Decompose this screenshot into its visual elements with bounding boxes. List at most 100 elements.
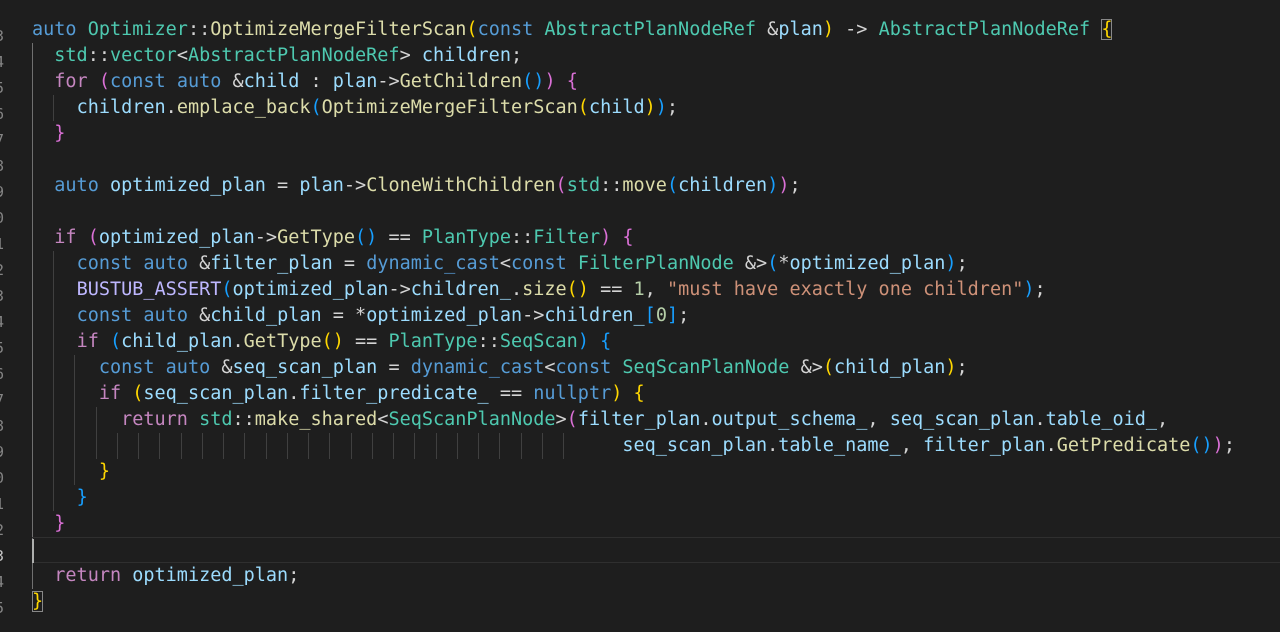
code-token: ] — [666, 305, 679, 326]
code-token: ( — [221, 279, 233, 300]
code-token: auto — [165, 357, 211, 378]
code-token: } — [32, 591, 44, 612]
code-token: ) — [945, 357, 957, 378]
code-line[interactable]: auto optimized_plan = plan->CloneWithChi… — [32, 173, 1280, 199]
code-line[interactable]: const auto &seq_scan_plan = dynamic_cast… — [32, 355, 1280, 381]
code-line[interactable]: } — [32, 589, 1280, 615]
code-line[interactable]: const auto &filter_plan = dynamic_cast<c… — [32, 251, 1280, 277]
code-token: } — [76, 487, 88, 508]
code-token: = — [332, 253, 367, 274]
code-line[interactable]: if (child_plan.GetType() == PlanType::Se… — [32, 329, 1280, 355]
code-token: { — [566, 71, 578, 92]
code-token: if — [76, 331, 99, 352]
code-token: ( — [666, 175, 679, 196]
code-token: &> — [789, 357, 823, 378]
code-token: children — [76, 97, 166, 118]
code-token: std — [566, 175, 601, 196]
code-token: ) — [544, 71, 556, 92]
code-token: ) — [767, 175, 779, 196]
code-line[interactable]: auto Optimizer::OptimizeMergeFilterScan(… — [32, 17, 1280, 43]
code-editor[interactable]: 34567890123456789012345 auto Optimizer::… — [0, 0, 1280, 632]
code-token: 1 — [633, 279, 645, 300]
code-line[interactable]: if (seq_scan_plan.filter_predicate_ == n… — [32, 381, 1280, 407]
code-token: emplace_back — [176, 97, 311, 118]
line-number: 8 — [0, 413, 4, 439]
code-token: :: — [510, 227, 534, 248]
code-token: } — [54, 513, 66, 534]
code-line[interactable]: std::vector<AbstractPlanNodeRef> childre… — [32, 43, 1280, 69]
code-token: child — [588, 97, 645, 118]
code-token: SeqScanPlanNode — [622, 357, 790, 378]
code-line[interactable]: } — [32, 511, 1280, 537]
code-token: size — [522, 279, 567, 300]
line-number: 5 — [0, 335, 4, 361]
code-token: [ — [644, 305, 656, 326]
code-token: if — [98, 383, 122, 404]
code-line[interactable]: } — [32, 121, 1280, 147]
code-token: optimized_plan — [789, 253, 946, 274]
code-token: == — [377, 227, 422, 248]
code-token: ( — [767, 253, 779, 274]
code-token: . — [1045, 435, 1057, 456]
code-token: AbstractPlanNodeRef — [187, 45, 400, 66]
code-token: () — [1190, 435, 1213, 456]
code-token: CloneWithChildren — [366, 175, 556, 196]
code-token: std — [199, 409, 233, 430]
code-token: for — [54, 71, 88, 92]
code-token: . — [288, 383, 300, 404]
code-token: SeqScanPlanNode — [388, 409, 556, 430]
code-token: auto — [32, 19, 77, 40]
code-line[interactable]: return std::make_shared<SeqScanPlanNode>… — [32, 407, 1280, 433]
code-token: , — [1157, 409, 1169, 430]
code-token: . — [700, 409, 712, 430]
code-line[interactable] — [32, 537, 1280, 563]
code-line[interactable]: BUSTUB_ASSERT(optimized_plan->children_.… — [32, 277, 1280, 303]
code-token: seq_scan_plan — [889, 409, 1035, 430]
code-line[interactable]: children.emplace_back(OptimizeMergeFilte… — [32, 95, 1280, 121]
code-token: const — [511, 253, 567, 274]
code-token: filter_plan — [210, 253, 333, 274]
code-token: ) — [577, 331, 589, 352]
code-token: = — [377, 357, 411, 378]
code-line[interactable]: return optimized_plan; — [32, 563, 1280, 589]
code-token: children_ — [410, 279, 511, 300]
code-token: & — [187, 305, 211, 326]
code-token: -> — [834, 19, 879, 40]
code-line[interactable]: for (const auto &child : plan->GetChildr… — [32, 69, 1280, 95]
code-token: :: — [600, 175, 623, 196]
code-line[interactable] — [32, 199, 1280, 225]
code-token: std — [54, 45, 88, 66]
code-line[interactable]: const auto &child_plan = *optimized_plan… — [32, 303, 1280, 329]
code-token: { — [633, 383, 645, 404]
code-token: make_shared — [254, 409, 378, 430]
code-token: = * — [321, 305, 367, 326]
code-token: < — [377, 409, 389, 430]
code-token: const — [98, 357, 155, 378]
code-line[interactable]: } — [32, 485, 1280, 511]
code-line[interactable]: seq_scan_plan.table_name_, filter_plan.G… — [32, 433, 1280, 459]
code-token: ) — [778, 175, 790, 196]
code-line[interactable]: if (optimized_plan->GetType() == PlanTyp… — [32, 225, 1280, 251]
code-line[interactable] — [32, 147, 1280, 173]
code-token: () — [355, 227, 378, 248]
code-line[interactable]: } — [32, 459, 1280, 485]
code-token: auto — [176, 71, 222, 92]
line-number: 0 — [0, 205, 4, 231]
code-token: const — [76, 305, 133, 326]
